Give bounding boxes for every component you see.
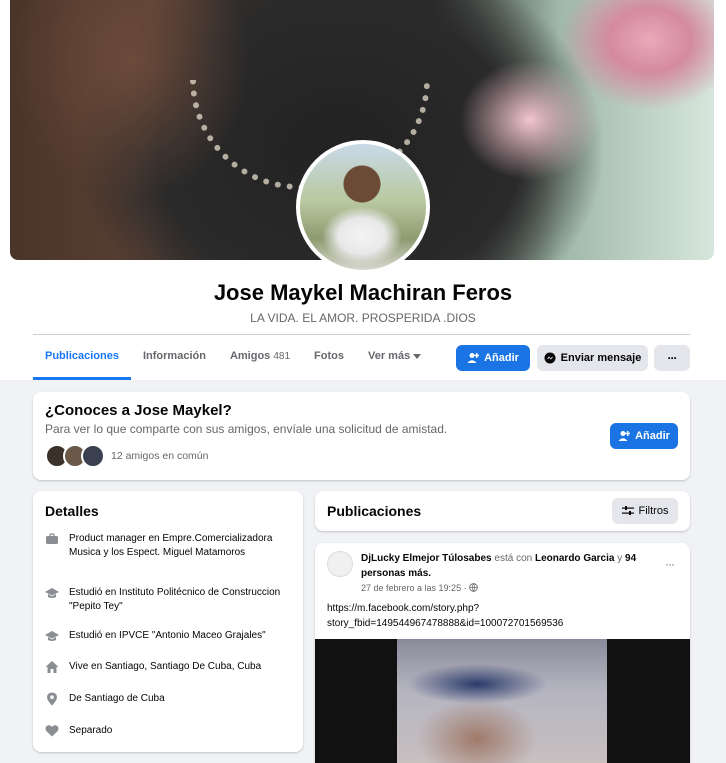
post-author[interactable]: DjLucky Elmejor Túlosabes: [361, 553, 492, 564]
tab-informacion[interactable]: Información: [131, 342, 218, 380]
tab-ver-mas[interactable]: Ver más: [356, 342, 433, 380]
globe-icon: [469, 583, 478, 592]
tab-label: Ver más: [367, 350, 411, 362]
add-friend-icon: [467, 353, 480, 363]
sliders-icon: [621, 506, 634, 515]
post-tagged[interactable]: Leonardo Garcia: [535, 553, 614, 564]
post-image[interactable]: [315, 639, 690, 763]
detail-text: Vive en Santiago, Santiago De Cuba, Cuba: [69, 661, 262, 672]
add-friend-label: Añadir: [484, 352, 519, 364]
send-message-button[interactable]: Enviar mensaje: [537, 345, 648, 371]
profile-picture[interactable]: [296, 140, 430, 274]
posts-header-card: Publicaciones Filtros: [315, 491, 690, 531]
filters-label: Filtros: [638, 505, 669, 517]
tab-fotos[interactable]: Fotos: [302, 342, 356, 380]
post-date[interactable]: 27 de febrero a las 19:25 ·: [361, 583, 467, 593]
details-card: Detalles Product manager en Empre.Comerc…: [33, 491, 303, 752]
tab-publicaciones[interactable]: Publicaciones: [33, 342, 131, 380]
filters-button[interactable]: Filtros: [612, 498, 678, 524]
add-friend-card-button[interactable]: Añadir: [610, 423, 678, 449]
mutual-friend-avatar: [81, 444, 105, 468]
graduation-cap-icon: [45, 631, 59, 641]
know-card-subtitle: Para ver lo que comparte con sus amigos,…: [45, 422, 448, 436]
more-dots-icon: ···: [665, 557, 675, 571]
profile-header: Jose Maykel Machiran Feros LA VIDA. EL A…: [0, 0, 726, 380]
tab-label: Fotos: [314, 350, 344, 362]
detail-text: Estudió en Instituto Politécnico de Cons…: [69, 587, 281, 612]
detail-lives-in: Vive en Santiago, Santiago De Cuba, Cuba: [45, 660, 291, 674]
add-friend-icon: [618, 431, 631, 441]
home-icon: [45, 661, 59, 673]
post-link[interactable]: https://m.facebook.com/story.php?story_f…: [327, 601, 667, 631]
post-date-row: 27 de febrero a las 19:25 ·: [361, 581, 651, 596]
post-header: DjLucky Elmejor Túlosabes está con Leona…: [327, 551, 651, 596]
tab-amigos[interactable]: Amigos 481: [218, 342, 302, 380]
know-person-card: ¿Conoces a Jose Maykel? Para ver lo que …: [33, 392, 690, 480]
graduation-cap-icon: [45, 588, 59, 598]
avatar: [300, 144, 426, 270]
post-image-content: [397, 639, 607, 763]
add-friend-label: Añadir: [635, 430, 670, 442]
tab-label: Información: [142, 350, 206, 362]
profile-tabs: Publicaciones Información Amigos 481 Fot…: [33, 342, 433, 380]
detail-relationship: Separado: [45, 724, 291, 738]
detail-education: Estudió en IPVCE "Antonio Maceo Grajales…: [45, 629, 291, 643]
posts-title: Publicaciones: [327, 503, 422, 519]
messenger-icon: [544, 352, 556, 364]
header-divider: [33, 334, 690, 335]
profile-name: Jose Maykel Machiran Feros: [213, 280, 513, 305]
detail-text: Separado: [69, 725, 113, 736]
send-message-label: Enviar mensaje: [560, 352, 642, 364]
detail-work: Product manager en Empre.Comercializador…: [45, 532, 291, 560]
details-title: Detalles: [45, 503, 99, 519]
post-with-text: está con: [494, 553, 533, 564]
post-more-button[interactable]: ···: [665, 557, 675, 571]
friends-count: 481: [273, 351, 291, 362]
post-and-text: y: [617, 553, 623, 564]
detail-text: Estudió en IPVCE "Antonio Maceo Grajales…: [69, 630, 266, 641]
add-friend-button[interactable]: Añadir: [456, 345, 530, 371]
briefcase-icon: [46, 533, 58, 544]
detail-text: Product manager en Empre.Comercializador…: [69, 533, 273, 558]
location-pin-icon: [47, 692, 57, 706]
post-card: DjLucky Elmejor Túlosabes está con Leona…: [315, 543, 690, 763]
detail-text: De Santiago de Cuba: [69, 693, 165, 704]
heart-icon: [45, 725, 59, 737]
chevron-down-icon: [413, 353, 422, 359]
tab-label: Amigos: [229, 350, 271, 362]
know-card-title: ¿Conoces a Jose Maykel?: [45, 402, 232, 419]
more-options-button[interactable]: ···: [654, 345, 690, 371]
mutual-friends-count: 12 amigos en común: [111, 450, 209, 462]
tab-label: Publicaciones: [45, 350, 119, 362]
detail-education: Estudió en Instituto Politécnico de Cons…: [45, 586, 291, 614]
profile-bio: LA VIDA. EL AMOR. PROSPERIDA .DIOS: [250, 311, 476, 325]
post-meta: DjLucky Elmejor Túlosabes está con Leona…: [361, 551, 651, 596]
post-author-avatar[interactable]: [327, 551, 353, 577]
detail-hometown: De Santiago de Cuba: [45, 692, 291, 706]
mutual-friends[interactable]: 12 amigos en común: [45, 444, 208, 468]
more-dots-icon: ···: [667, 351, 678, 365]
